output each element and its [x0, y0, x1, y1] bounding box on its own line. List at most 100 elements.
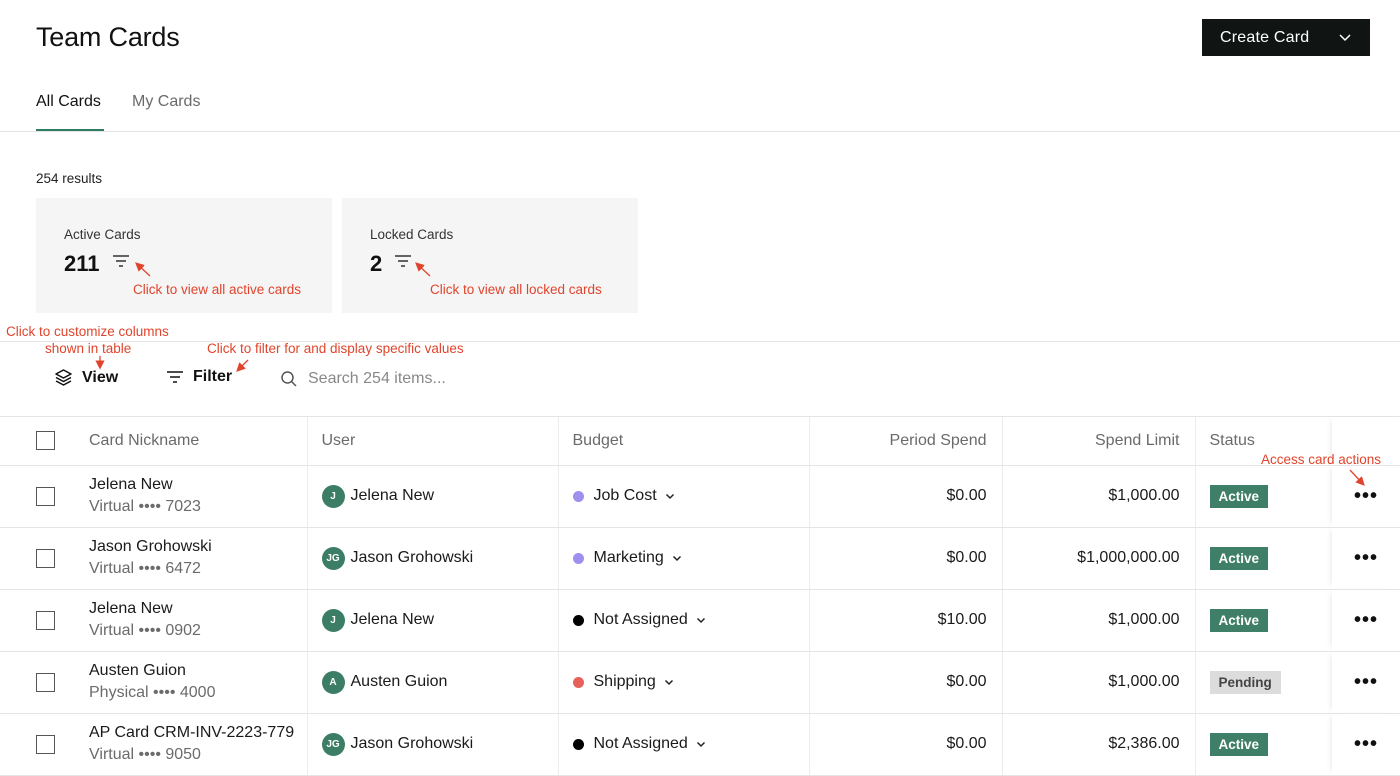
- row-checkbox[interactable]: [36, 548, 55, 568]
- actions-header-cell: [1332, 417, 1400, 466]
- status-cell: Active: [1194, 713, 1332, 776]
- period-spend-cell: $0.00: [808, 651, 1002, 714]
- user-cell: JG Jason Grohowski: [306, 713, 558, 776]
- budget-dropdown[interactable]: Not Assigned: [559, 590, 809, 651]
- layers-icon: [55, 369, 72, 386]
- status-cell: Active: [1194, 589, 1332, 652]
- avatar: JG: [321, 732, 345, 756]
- column-header-card-nickname[interactable]: Card Nickname: [89, 417, 307, 466]
- select-cell: [0, 465, 89, 528]
- table-row[interactable]: Austen Guion Physical •••• 4000 A Austen Gu…: [0, 651, 1400, 714]
- filter-icon[interactable]: [394, 254, 412, 268]
- card-nickname-cell[interactable]: Jason Grohowski Virtual •••• 6472: [89, 527, 307, 590]
- table-row[interactable]: Jason Grohowski Virtual •••• 6472 JG Jason …: [0, 527, 1400, 590]
- budget-cell[interactable]: Shipping: [557, 651, 809, 714]
- filter-button[interactable]: Filter: [166, 368, 232, 386]
- view-button[interactable]: View: [54, 368, 118, 387]
- select-cell: [0, 713, 89, 776]
- more-horizontal-icon: •••: [1353, 608, 1378, 631]
- chevron-down-icon: [696, 617, 705, 624]
- user-name: Jason Grohowski: [350, 549, 474, 566]
- more-horizontal-icon: •••: [1353, 484, 1378, 507]
- column-header-spend-limit[interactable]: Spend Limit: [1001, 417, 1195, 466]
- budget-name: Marketing: [593, 549, 664, 566]
- budget-name: Not Assigned: [593, 735, 688, 752]
- row-checkbox[interactable]: [36, 486, 55, 506]
- column-header-user[interactable]: User: [306, 417, 558, 466]
- budget-dropdown[interactable]: Job Cost: [559, 466, 809, 527]
- more-horizontal-icon: •••: [1353, 546, 1378, 569]
- card-type-number: Virtual •••• 9050: [89, 746, 201, 763]
- avatar: J: [321, 484, 345, 508]
- card-type-number: Virtual •••• 7023: [89, 498, 201, 515]
- card-nickname-cell[interactable]: Jelena New Virtual •••• 7023: [89, 465, 307, 528]
- table-row[interactable]: Jelena New Virtual •••• 7023 J Jelena New Jo…: [0, 465, 1400, 528]
- card-nickname: Jason Grohowski: [89, 538, 212, 555]
- user-name: Jason Grohowski: [350, 735, 474, 752]
- card-actions-button[interactable]: •••: [1332, 651, 1400, 714]
- column-header-budget[interactable]: Budget: [557, 417, 809, 466]
- budget-dropdown[interactable]: Marketing: [559, 528, 809, 589]
- card-nickname: Jelena New: [89, 600, 173, 617]
- card-actions-button[interactable]: •••: [1332, 589, 1400, 652]
- locked-cards-value: 2: [370, 251, 383, 276]
- select-cell: [0, 589, 89, 652]
- spend-limit-cell: $1,000.00: [1001, 651, 1195, 714]
- status-cell: Pending: [1194, 651, 1332, 714]
- more-horizontal-icon: •••: [1353, 670, 1378, 693]
- search-box[interactable]: [280, 366, 540, 392]
- active-tab-indicator: [36, 129, 104, 131]
- status-badge: Active: [1209, 484, 1269, 508]
- row-checkbox[interactable]: [36, 734, 55, 754]
- budget-color-dot: [572, 490, 584, 502]
- budget-dropdown[interactable]: Not Assigned: [559, 714, 809, 775]
- select-cell: [0, 527, 89, 590]
- user-name: Jelena New: [350, 611, 435, 628]
- budget-dropdown[interactable]: Shipping: [559, 652, 809, 713]
- user-name: Austen Guion: [350, 673, 448, 690]
- spend-limit-cell: $1,000.00: [1001, 589, 1195, 652]
- results-count: 254 results: [36, 171, 103, 186]
- filter-icon[interactable]: [112, 254, 130, 268]
- search-input[interactable]: [308, 370, 528, 388]
- period-spend-cell: $0.00: [808, 713, 1002, 776]
- card-nickname-cell[interactable]: Jelena New Virtual •••• 0902: [89, 589, 307, 652]
- status-cell: Active: [1194, 527, 1332, 590]
- card-nickname-cell[interactable]: Austen Guion Physical •••• 4000: [89, 651, 307, 714]
- chevron-down-icon: [665, 493, 674, 500]
- card-actions-button[interactable]: •••: [1332, 713, 1400, 776]
- cards-table: Card Nickname User Budget Period Spend S…: [0, 417, 1400, 776]
- chevron-down-icon: [672, 555, 681, 562]
- budget-cell[interactable]: Marketing: [557, 527, 809, 590]
- tab-my-cards[interactable]: My Cards: [132, 93, 200, 111]
- chevron-down-icon: [696, 741, 705, 748]
- row-checkbox[interactable]: [36, 610, 55, 630]
- column-header-period-spend[interactable]: Period Spend: [808, 417, 1002, 466]
- card-nickname-cell[interactable]: AP Card CRM-INV-2223-779 Virtual •••• 905…: [89, 713, 307, 776]
- budget-color-dot: [572, 676, 584, 688]
- select-all-checkbox[interactable]: [36, 431, 55, 451]
- budget-cell[interactable]: Not Assigned: [557, 713, 809, 776]
- column-header-status[interactable]: Status: [1194, 417, 1332, 466]
- annotation-active-cards: Click to view all active cards: [133, 282, 302, 297]
- table-row[interactable]: Jelena New Virtual •••• 0902 J Jelena New No…: [0, 589, 1400, 652]
- create-card-button[interactable]: Create Card: [1202, 19, 1370, 56]
- avatar: A: [321, 670, 345, 694]
- tab-all-cards[interactable]: All Cards: [36, 93, 101, 111]
- budget-color-dot: [572, 738, 584, 750]
- annotation-filter: Click to filter for and display specific…: [207, 341, 464, 356]
- table-row[interactable]: AP Card CRM-INV-2223-779 Virtual •••• 905…: [0, 713, 1400, 776]
- chevron-down-icon: [1339, 34, 1351, 42]
- card-actions-button[interactable]: •••: [1332, 527, 1400, 590]
- filter-icon: [167, 371, 183, 383]
- budget-cell[interactable]: Not Assigned: [557, 589, 809, 652]
- select-all-cell: [0, 417, 89, 466]
- card-actions-button[interactable]: •••: [1332, 465, 1400, 528]
- spend-limit-cell: $1,000.00: [1001, 465, 1195, 528]
- row-checkbox[interactable]: [36, 672, 55, 692]
- period-spend-cell: $0.00: [808, 527, 1002, 590]
- status-badge: Pending: [1209, 670, 1281, 694]
- budget-cell[interactable]: Job Cost: [557, 465, 809, 528]
- annotation-view-line2: shown in table: [45, 341, 132, 356]
- annotation-locked-cards: Click to view all locked cards: [430, 282, 602, 297]
